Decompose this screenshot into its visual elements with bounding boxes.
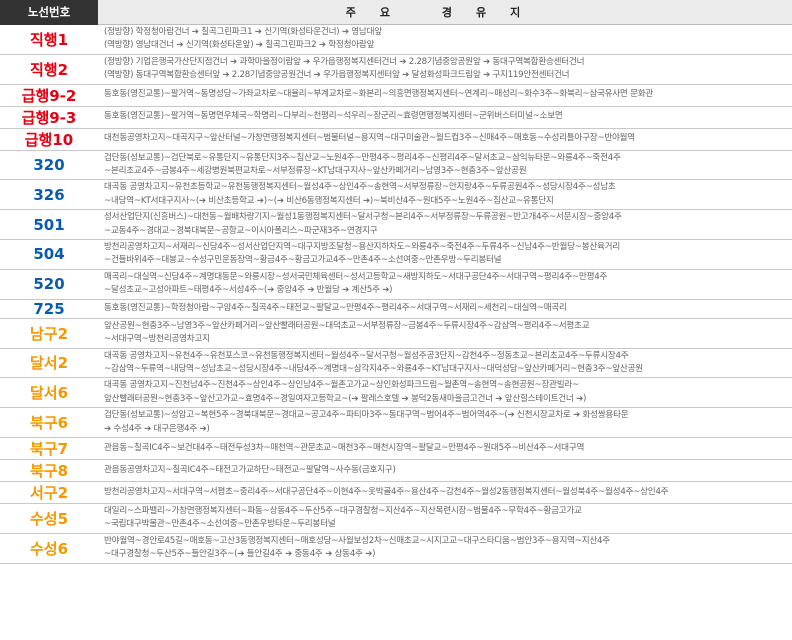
route-stops-line: ~건들바위4주~대봉교~수성구민운동장역~황금4주~황금고가교4주~만촌4주~소… [104,255,502,266]
route-stops: 동호동(영진교통)~팔거역~동명성당~가좌교차로~대율리~부계교차로~화본리~의… [98,84,792,107]
route-number: 급행9-3 [0,106,98,129]
route-stops-line: 앞산빨래터공원~현충3주~앞산고가교~효명4주~경일여자고등학교~(➔ 팔레스호… [104,393,587,404]
route-rows: 직행1 (정방향) 학정청아람건너 ➔ 칠곡그린파크1 ➔ 신기역(화성타운건너)… [0,24,792,564]
route-stops: (정방향) 기업은행국가산단지점건너 ➔ 과학마을정이람앞 ➔ 우가읍행정복지센… [98,54,792,85]
route-stops-line: ~내당역~KT서대구지사~(➔ 비산초등학교 ➔)~(➔ 비산6동행정복지센터 … [104,195,554,206]
route-stops: 대곡동 공영차고지~진천남4주~진천4주~상인4주~상인남4주~월촌고가교~상인… [98,377,792,409]
route-row: 326 대곡동 공영차고지~유천초등학교~유천동행정복지센터~월성4주~상인4주~… [0,179,792,211]
route-stops-line: ~달성초교~고성아파트~태평4주~서성4주~(➔ 중앙4주 ➔ 반월당 ➔ 계산… [104,285,393,296]
route-row: 급행10 대천동공영차고지~대곡지구~앞산터널~가창면행정복지센터~범물터널~용지… [0,128,792,151]
route-stops-line: 대곡동 공영차고지~진천남4주~진천4주~상인4주~상인남4주~월촌고가교~상인… [104,380,579,391]
route-stops: 방천리공영차고지~서대구역~서평초~중리4주~서대구공단4주~이현4주~옷박골4… [98,481,792,504]
route-stops-line: ~교동4주~경대교~경북대북문~공항교~이시아폴리스~파군재3주~연경지구 [104,225,378,236]
route-row: 북구8 관음동공영차고지~칠곡IC4주~태전고가교하단~태전교~팔달역~사수동(금… [0,459,792,482]
route-stops-header: 주요 경유지 [98,0,792,25]
route-number: 달서6 [0,377,98,409]
route-stops-line: (역방향) 영남대건너 ➔ 신기역(화성타운앞) ➔ 칠곡그린파크2 ➔ 학정청… [104,40,375,51]
route-stops-line: (역방향) 동대구역복합환승센터앞 ➔ 2.28기념중앙공원건너 ➔ 우가읍행정… [104,70,570,81]
route-number: 520 [0,269,98,300]
route-number: 북구6 [0,407,98,438]
route-stops-line: 성서산업단지(신흥버스)~대천동~월배차량기지~월성1동행정복지센터~달서구청~… [104,212,622,223]
route-stops-line: 관음동~칠곡IC4주~보건대4주~태전두성3차~매천역~관문초교~매천3주~매천… [104,442,585,453]
route-stops: 동호동(영진교통)~팔거역~동명면우체국~학명리~다부리~천평리~석우리~장군리… [98,106,792,129]
route-stops: 앞산공원~현충3주~남영3주~앞산카페거리~앞산빨래터공원~대덕초교~서부정류장… [98,318,792,349]
route-number: 북구7 [0,437,98,460]
route-row: 남구2 앞산공원~현충3주~남영3주~앞산카페거리~앞산빨래터공원~대덕초교~서부… [0,318,792,349]
route-number: 직행1 [0,24,98,55]
route-stops: 검단동(성보교통)~검단북로~유통단지~유통단지3주~침산교~노원4주~만평4주… [98,150,792,181]
route-stops-line: 검단동(성보교통)~성암고~복현5주~경북대북문~경대교~공고4주~파티마3주~… [104,410,629,421]
route-row: 북구7 관음동~칠곡IC4주~보건대4주~태전두성3차~매천역~관문초교~매천3주… [0,437,792,460]
route-row: 급행9-2 동호동(영진교통)~팔거역~동명성당~가좌교차로~대율리~부계교차로~… [0,84,792,107]
route-stops-line: 매곡리~대실역~신당4주~계명대동문~와룡시장~성서국민체육센터~성서고등학교~… [104,271,608,282]
route-stops-line: (정방향) 기업은행국가산단지점건너 ➔ 과학마을정이람앞 ➔ 우가읍행정복지센… [104,56,585,67]
route-stops-line: 관음동공영차고지~칠곡IC4주~태전고가교하단~태전교~팔달역~사수동(금호지구… [104,464,396,475]
route-stops: 반야월역~경안로45길~매호동~고산3동행정복지센터~매호성당~사월보성2차~신… [98,533,792,564]
route-number: 수성5 [0,503,98,534]
route-number: 501 [0,209,98,241]
route-stops-line: ~대구경찰청~두산5주~들안길3주~(➔ 들안길4주 ➔ 중동4주 ➔ 상동4주… [104,549,376,560]
route-number: 수성6 [0,533,98,564]
route-number: 남구2 [0,318,98,349]
route-stops: 대곡동 공영차고지~유천초등학교~유천동행정복지센터~월성4주~상인4주~송현역… [98,179,792,211]
route-row: 달서6 대곡동 공영차고지~진천남4주~진천4주~상인4주~상인남4주~월촌고가교… [0,377,792,409]
route-stops: 검단동(성보교통)~성암고~복현5주~경북대북문~경대교~공고4주~파티마3주~… [98,407,792,438]
route-stops-line: 방천리공영차고지~서재리~신당4주~성서산업단지역~대구지방조달청~용산지하차도… [104,242,620,253]
route-number-header: 노선번호 [0,0,98,25]
route-stops-line: 대곡동 공영차고지~유천초등학교~유천동행정복지센터~월성4주~상인4주~송현역… [104,182,616,193]
route-row: 520 매곡리~대실역~신당4주~계명대동문~와룡시장~성서국민체육센터~성서고등… [0,269,792,300]
route-number: 504 [0,239,98,270]
route-stops: 방천리공영차고지~서재리~신당4주~성서산업단지역~대구지방조달청~용산지하차도… [98,239,792,270]
route-number: 달서2 [0,348,98,379]
route-stops-line: ~국립대구박물관~만촌4주~소선여중~만촌우방타운~두리봉터널 [104,519,336,530]
route-stops: 동호동(영진교통)~학정청아람~구암4주~칠곡4주~태전교~팔달교~만평4주~평… [98,299,792,319]
route-row: 501 성서산업단지(신흥버스)~대천동~월배차량기지~월성1동행정복지센터~달서… [0,209,792,241]
route-stops-line: ~본리초교4주~금봉4주~세강병원북편교차로~서부정류장~KT남대구지사~앞산카… [104,166,527,177]
route-row: 급행9-3 동호동(영진교통)~팔거역~동명면우체국~학명리~다부리~천평리~석우… [0,106,792,129]
route-stops-line: 동호동(영진교통)~팔거역~동명면우체국~학명리~다부리~천평리~석우리~장군리… [104,111,563,122]
route-stops-line: 앞산공원~현충3주~남영3주~앞산카페거리~앞산빨래터공원~대덕초교~서부정류장… [104,320,590,331]
route-number: 북구8 [0,459,98,482]
route-row: 서구2 방천리공영차고지~서대구역~서평초~중리4주~서대구공단4주~이현4주~옷… [0,481,792,504]
route-row: 725 동호동(영진교통)~학정청아람~구암4주~칠곡4주~태전교~팔달교~만평4… [0,299,792,319]
route-stops: 대일리~스파밸리~가창면행정복지센터~파동~상동4주~두산5주~대구경찰청~지산… [98,503,792,534]
table-header-row: 노선번호 주요 경유지 [0,0,792,25]
route-stops: 대천동공영차고지~대곡지구~앞산터널~가창면행정복지센터~범물터널~용지역~대구… [98,128,792,151]
route-row: 수성6 반야월역~경안로45길~매호동~고산3동행정복지센터~매호성당~사월보성2… [0,533,792,564]
route-row: 북구6 검단동(성보교통)~성암고~복현5주~경북대북문~경대교~공고4주~파티마… [0,407,792,438]
route-stops-line: 대일리~스파밸리~가창면행정복지센터~파동~상동4주~두산5주~대구경찰청~지산… [104,505,582,516]
route-stops-line: ~서대구역~방천리공영차고지 [104,334,210,345]
route-stops: 관음동공영차고지~칠곡IC4주~태전고가교하단~태전교~팔달역~사수동(금호지구… [98,459,792,482]
route-row: 달서2 대곡동 공영차고지~유천4주~유천포스코~유천동행정복지센터~월성4주~달… [0,348,792,379]
route-stops-line: 대천동공영차고지~대곡지구~앞산터널~가창면행정복지센터~범물터널~용지역~대구… [104,133,635,144]
route-stops: (정방향) 학정청아람건너 ➔ 칠곡그린파크1 ➔ 신기역(화성타운건너) ➔ … [98,24,792,55]
route-stops: 매곡리~대실역~신당4주~계명대동문~와룡시장~성서국민체육센터~성서고등학교~… [98,269,792,300]
route-stops-line: (정방향) 학정청아람건너 ➔ 칠곡그린파크1 ➔ 신기역(화성타운건너) ➔ … [104,27,382,37]
route-number: 326 [0,179,98,211]
route-number: 서구2 [0,481,98,504]
route-row: 320 검단동(성보교통)~검단북로~유통단지~유통단지3주~침산교~노원4주~만… [0,150,792,181]
route-stops-line: ➔ 수성4주 ➔ 대구은행4주 ➔) [104,423,210,434]
bus-route-table: 노선번호 주요 경유지 직행1 (정방향) 학정청아람건너 ➔ 칠곡그린파크1 ➔… [0,0,792,564]
route-number: 725 [0,299,98,319]
route-stops-line: ~감삼역~두류역~내당역~성남초교~성당시장4주~내당4주~계명대~삼각지4주~… [104,363,643,374]
route-table-page: 노선번호 주요 경유지 직행1 (정방향) 학정청아람건너 ➔ 칠곡그린파크1 ➔… [0,0,792,640]
route-row: 직행1 (정방향) 학정청아람건너 ➔ 칠곡그린파크1 ➔ 신기역(화성타운건너)… [0,24,792,55]
route-stops-line: 동호동(영진교통)~학정청아람~구암4주~칠곡4주~태전교~팔달교~만평4주~평… [104,302,567,313]
route-stops-line: 방천리공영차고지~서대구역~서평초~중리4주~서대구공단4주~이현4주~옷박골4… [104,486,669,497]
route-number: 급행9-2 [0,84,98,107]
route-number: 320 [0,150,98,181]
route-stops-line: 검단동(성보교통)~검단북로~유통단지~유통단지3주~침산교~노원4주~만평4주… [104,152,621,163]
route-row: 504 방천리공영차고지~서재리~신당4주~성서산업단지역~대구지방조달청~용산지… [0,239,792,270]
route-stops-line: 반야월역~경안로45길~매호동~고산3동행정복지센터~매호성당~사월보성2차~신… [104,535,610,546]
route-number: 급행10 [0,128,98,151]
route-number: 직행2 [0,54,98,85]
route-stops: 대곡동 공영차고지~유천4주~유천포스코~유천동행정복지센터~월성4주~달서구청… [98,348,792,379]
route-row: 수성5 대일리~스파밸리~가창면행정복지센터~파동~상동4주~두산5주~대구경찰청… [0,503,792,534]
route-stops: 관음동~칠곡IC4주~보건대4주~태전두성3차~매천역~관문초교~매천3주~매천… [98,437,792,460]
route-row: 직행2 (정방향) 기업은행국가산단지점건너 ➔ 과학마을정이람앞 ➔ 우가읍행정… [0,54,792,85]
route-stops-line: 대곡동 공영차고지~유천4주~유천포스코~유천동행정복지센터~월성4주~달서구청… [104,350,629,361]
route-stops-line: 동호동(영진교통)~팔거역~동명성당~가좌교차로~대율리~부계교차로~화본리~의… [104,89,654,100]
route-stops: 성서산업단지(신흥버스)~대천동~월배차량기지~월성1동행정복지센터~달서구청~… [98,209,792,241]
